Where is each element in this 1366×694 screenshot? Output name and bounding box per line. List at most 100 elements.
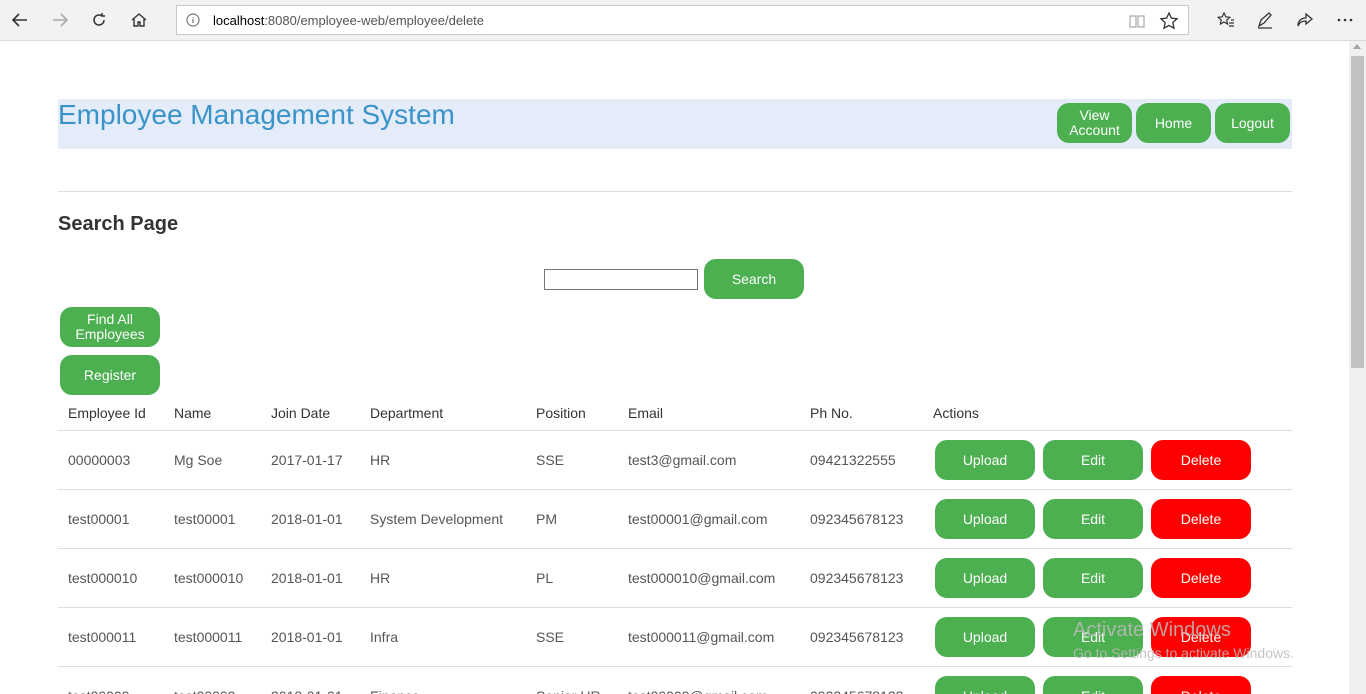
view-account-label: View Account	[1069, 107, 1120, 138]
cell-phone: 09421322555	[810, 452, 896, 468]
cell-position: PL	[536, 570, 554, 586]
cell-name: test000011	[174, 629, 243, 645]
forward-arrow-icon	[53, 13, 69, 27]
home-icon	[131, 13, 147, 27]
scroll-up-arrow-icon[interactable]	[1353, 44, 1361, 49]
share-button[interactable]	[1286, 1, 1324, 39]
cell-join-date: 2018-01-01	[271, 570, 343, 586]
logout-button[interactable]: Logout	[1215, 103, 1290, 143]
cell-department: HR	[370, 570, 391, 586]
favorite-star-icon[interactable]	[1159, 11, 1179, 31]
app-title: Employee Management System	[58, 99, 455, 130]
home-browser-button[interactable]	[120, 1, 158, 39]
row-divider	[58, 548, 1292, 549]
cell-email: test00001@gmail.com	[628, 511, 768, 527]
delete-button[interactable]: Delete	[1151, 499, 1251, 539]
cell-email: test3@gmail.com	[628, 452, 737, 468]
cell-join-date: 2017-01-17	[271, 452, 343, 468]
column-header-name: Name	[174, 405, 212, 421]
delete-button[interactable]: Delete	[1151, 676, 1251, 694]
row-divider	[58, 430, 1292, 431]
cell-employee-id: test000011	[68, 629, 137, 645]
column-header-phone: Ph No.	[810, 405, 853, 421]
register-button[interactable]: Register	[60, 355, 160, 395]
cell-position: PM	[536, 511, 557, 527]
favorites-list-icon	[1217, 11, 1234, 27]
cell-email: test00009@gmail.com	[628, 688, 768, 694]
page-scrollbar[interactable]	[1349, 41, 1366, 694]
cell-name: test00009	[174, 688, 236, 694]
scrollbar-thumb[interactable]	[1351, 56, 1364, 368]
notes-button[interactable]	[1246, 1, 1284, 39]
cell-phone: 092345678123	[810, 688, 903, 694]
activation-watermark-text: Go to Settings to activate Windows.	[1073, 645, 1294, 661]
edit-button[interactable]: Edit	[1043, 440, 1143, 480]
cell-email: test000011@gmail.com	[628, 629, 775, 645]
column-header-employee-id: Employee Id	[68, 405, 146, 421]
edit-button[interactable]: Edit	[1043, 499, 1143, 539]
cell-department: Infra	[370, 629, 399, 645]
cell-phone: 092345678123	[810, 511, 904, 527]
url-text: localhost:8080/employee-web/employee/del…	[213, 13, 485, 28]
info-icon	[186, 13, 200, 27]
cell-employee-id: test00009	[68, 688, 130, 694]
row-divider	[58, 607, 1292, 608]
divider	[58, 191, 1292, 192]
cell-name: Mg Soe	[174, 452, 223, 468]
back-button[interactable]	[1, 1, 39, 39]
back-arrow-icon	[11, 13, 27, 27]
row-divider	[58, 666, 1292, 667]
cell-department: HR	[370, 452, 391, 468]
row-divider	[58, 489, 1292, 490]
more-dots-icon	[1337, 18, 1353, 22]
delete-button[interactable]: Delete	[1151, 440, 1251, 480]
cell-position: SSE	[536, 629, 565, 645]
cell-name: test000010	[174, 570, 244, 586]
find-all-label: Find All Employees	[75, 311, 145, 342]
upload-button[interactable]: Upload	[935, 676, 1035, 694]
column-header-position: Position	[536, 405, 586, 421]
home-button[interactable]: Home	[1136, 103, 1211, 143]
cell-department: Finance	[370, 688, 420, 694]
reading-view-icon[interactable]	[1128, 12, 1146, 30]
share-icon	[1297, 12, 1314, 27]
edit-button[interactable]: Edit	[1043, 558, 1143, 598]
cell-department: System Development	[370, 511, 504, 527]
search-button[interactable]: Search	[704, 259, 804, 299]
page-content: Employee Management System View Account H…	[0, 41, 1349, 694]
cell-employee-id: test00001	[68, 511, 130, 527]
forward-button[interactable]	[41, 1, 79, 39]
page-title: Search Page	[58, 213, 179, 235]
view-account-button[interactable]: View Account	[1057, 103, 1132, 143]
cell-phone: 092345678123	[810, 570, 904, 586]
upload-button[interactable]: Upload	[935, 440, 1035, 480]
column-header-email: Email	[628, 405, 664, 421]
cell-join-date: 2018-01-01	[271, 511, 343, 527]
pen-icon	[1257, 12, 1272, 29]
cell-join-date: 2018-01-01	[271, 629, 343, 645]
cell-email: test000010@gmail.com	[628, 570, 776, 586]
address-bar[interactable]: localhost:8080/employee-web/employee/del…	[176, 5, 1189, 35]
browser-toolbar: localhost:8080/employee-web/employee/del…	[0, 0, 1366, 41]
more-button[interactable]	[1326, 1, 1364, 39]
find-all-employees-button[interactable]: Find All Employees	[60, 307, 160, 347]
upload-button[interactable]: Upload	[935, 499, 1035, 539]
upload-button[interactable]: Upload	[935, 558, 1035, 598]
favorites-button[interactable]	[1207, 1, 1245, 39]
upload-button[interactable]: Upload	[935, 617, 1035, 657]
refresh-button[interactable]	[80, 1, 118, 39]
delete-button[interactable]: Delete	[1151, 558, 1251, 598]
edit-button[interactable]: Edit	[1043, 676, 1143, 694]
cell-name: test00001	[174, 511, 236, 527]
cell-employee-id: 00000003	[68, 452, 131, 468]
cell-join-date: 2018-01-01	[271, 688, 343, 694]
column-header-actions: Actions	[933, 405, 979, 421]
cell-employee-id: test000010	[68, 570, 138, 586]
search-input[interactable]	[544, 269, 698, 290]
activation-watermark-title: Activate Windows	[1073, 619, 1231, 641]
column-header-join-date: Join Date	[271, 405, 331, 421]
app-header: Employee Management System View Account H…	[58, 99, 1292, 149]
cell-phone: 092345678123	[810, 629, 904, 645]
cell-position: SSE	[536, 452, 565, 468]
cell-position: Senior HR	[536, 688, 601, 694]
